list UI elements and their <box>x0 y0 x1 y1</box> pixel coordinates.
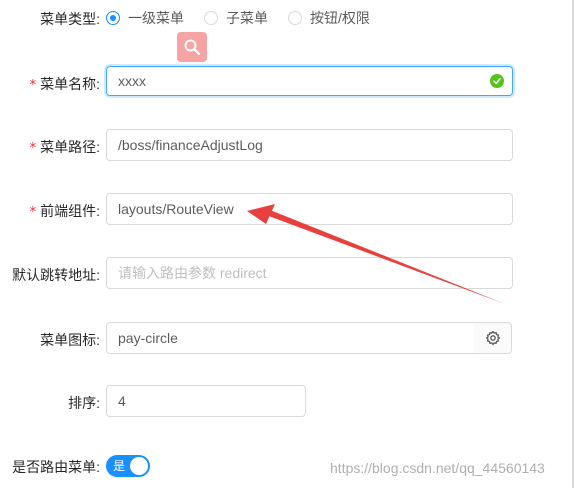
annotation-arrow <box>247 204 505 304</box>
watermark-text: https://blog.csdn.net/qq_44560143 <box>330 460 545 476</box>
